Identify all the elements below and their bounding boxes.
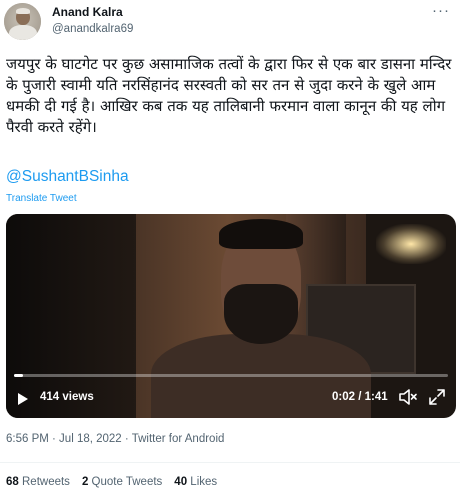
likes-count: 40: [174, 476, 188, 488]
retweets-label: Retweets: [22, 476, 70, 488]
retweets-count: 68: [6, 476, 19, 488]
likes-label: Likes: [190, 476, 218, 488]
divider: [0, 462, 460, 463]
mention-link[interactable]: @SushantBSinha: [6, 168, 129, 186]
avatar-hair: [16, 8, 30, 14]
video-person-hair: [219, 219, 303, 249]
tweet-stats: 68 Retweets 2 Quote Tweets 40 Likes: [6, 476, 217, 488]
quote-tweets-stat[interactable]: 2 Quote Tweets: [82, 476, 162, 488]
video-dark-area: [6, 214, 156, 418]
quote-tweets-count: 2: [81, 476, 89, 488]
play-icon[interactable]: [18, 393, 28, 405]
more-options-icon[interactable]: ···: [432, 2, 450, 19]
avatar-shirt: [9, 25, 37, 40]
video-progress-bar[interactable]: [14, 374, 448, 377]
tweet-meta[interactable]: 6:56 PM · Jul 18, 2022 · Twitter for And…: [6, 433, 224, 445]
avatar[interactable]: [4, 3, 41, 40]
video-views: 414 views: [40, 391, 94, 403]
tweet: Anand Kalra @anandkalra69 ··· जयपुर के घ…: [0, 0, 460, 499]
translate-tweet-link[interactable]: Translate Tweet: [6, 193, 77, 204]
fullscreen-icon[interactable]: [428, 388, 446, 406]
retweets-stat[interactable]: 68 Retweets: [6, 476, 70, 488]
video-lamp: [376, 224, 446, 264]
author-handle[interactable]: @anandkalra69: [52, 23, 133, 35]
tweet-text: जयपुर के घाटगेट पर कुछ असामाजिक तत्वों क…: [6, 55, 452, 136]
video-player[interactable]: 414 views 0:02 / 1:41: [6, 214, 456, 418]
video-time: 0:02 / 1:41: [332, 391, 388, 403]
video-person-beard: [224, 284, 298, 344]
likes-stat[interactable]: 40 Likes: [174, 476, 217, 488]
quote-tweets-label: Quote Tweets: [91, 476, 163, 488]
video-progress-fill: [14, 374, 23, 377]
video-frame: [6, 214, 456, 418]
mute-icon[interactable]: [398, 388, 418, 406]
author-name[interactable]: Anand Kalra: [52, 5, 123, 19]
